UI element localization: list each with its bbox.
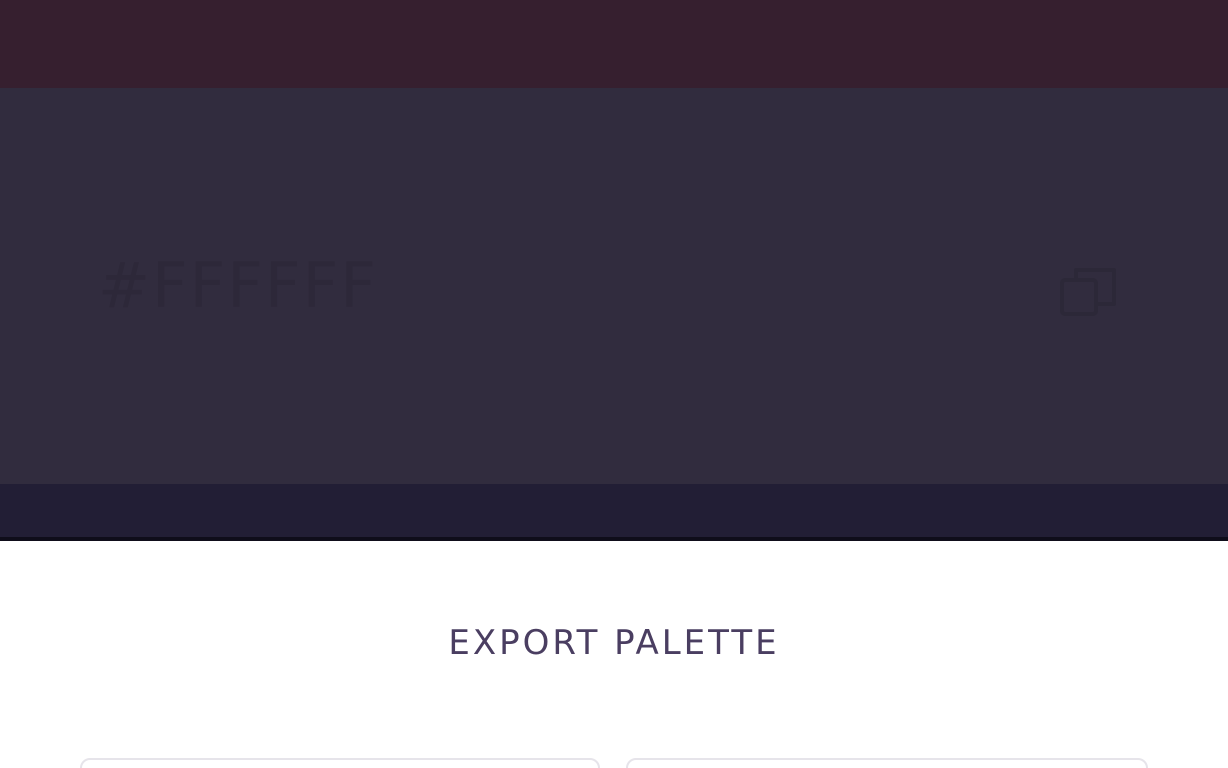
copy-icon[interactable] (1056, 262, 1126, 322)
export-palette-title: EXPORT PALETTE (448, 623, 780, 663)
export-option-button-1[interactable] (80, 758, 600, 768)
palette-viewer: #FFFFFF EXPORT PALETTE (0, 0, 1228, 768)
export-panel: EXPORT PALETTE (0, 541, 1228, 768)
color-swatch-bottom[interactable] (0, 484, 1228, 537)
export-option-button-2[interactable] (626, 758, 1148, 768)
copy-icon-glyph (1060, 268, 1116, 316)
color-swatch-top[interactable] (0, 0, 1228, 88)
hex-code-label[interactable]: #FFFFFF (98, 255, 378, 317)
